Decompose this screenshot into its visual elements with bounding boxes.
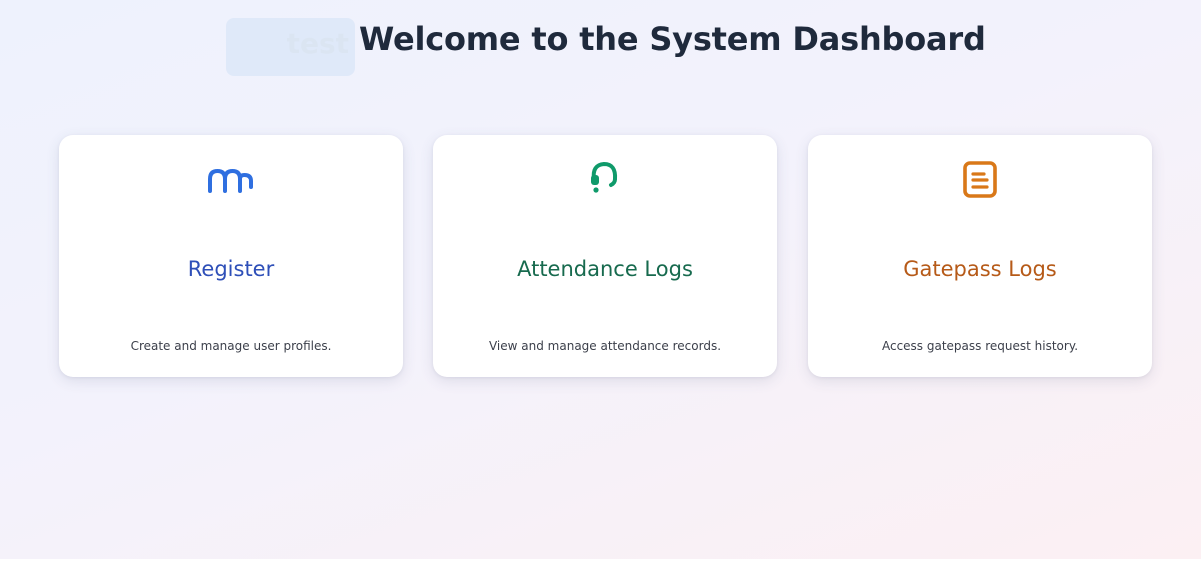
register-card-description: Create and manage user profiles. [130, 339, 332, 353]
dashboard-page: test Welcome to the System Dashboard Reg… [0, 0, 1201, 559]
gatepass-logs-card-title: Gatepass Logs [903, 257, 1057, 281]
users-icon [207, 161, 255, 201]
clipboard-icon [956, 159, 1004, 199]
attendance-logs-card-description: View and manage attendance records. [488, 339, 722, 353]
register-card[interactable]: Register Create and manage user profiles… [59, 135, 403, 377]
register-card-title: Register [187, 257, 275, 281]
gatepass-logs-card[interactable]: Gatepass Logs Access gatepass request hi… [808, 135, 1152, 377]
headset-icon [581, 157, 629, 197]
attendance-logs-card[interactable]: Attendance Logs View and manage attendan… [433, 135, 777, 377]
gatepass-logs-card-description: Access gatepass request history. [881, 339, 1079, 353]
attendance-logs-card-title: Attendance Logs [517, 257, 693, 281]
test-label-chip: test [226, 18, 355, 76]
test-label: test [286, 27, 349, 60]
page-title: Welcome to the System Dashboard [359, 20, 986, 58]
